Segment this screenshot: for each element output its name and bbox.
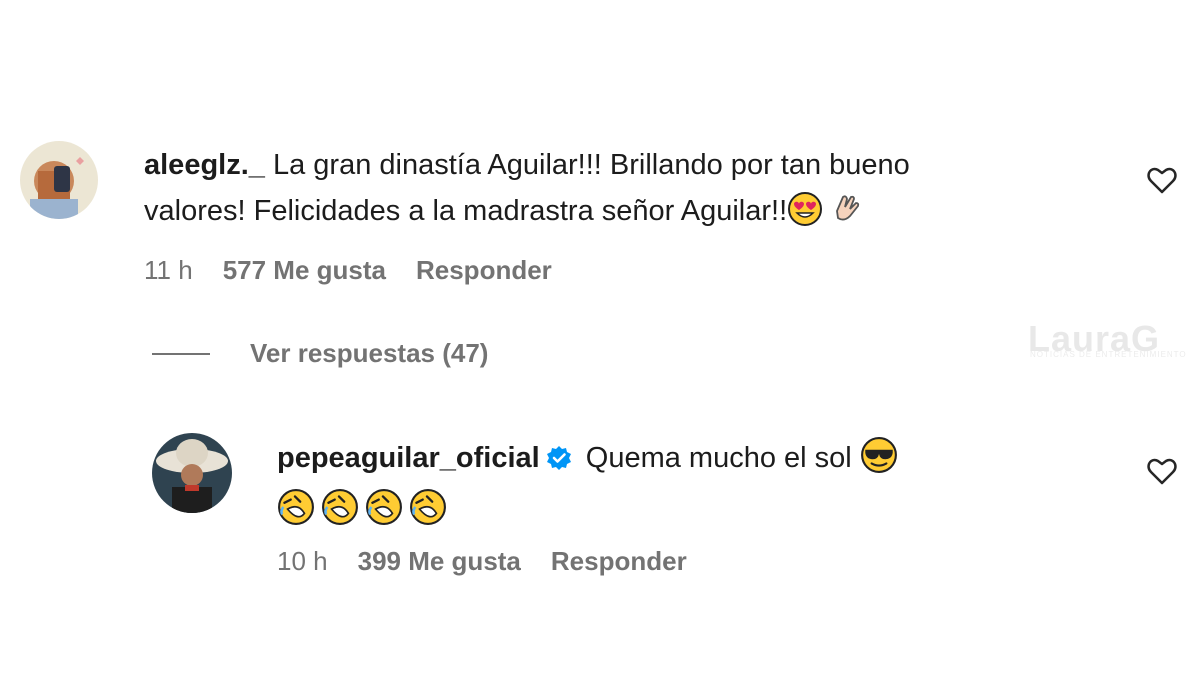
like-heart-icon[interactable] [1147, 166, 1177, 194]
comment-text: La gran dinastía Aguilar!!! Brillando po… [272, 149, 910, 181]
verified-badge-icon [546, 439, 572, 485]
comment-username[interactable]: aleeglz._ [144, 149, 265, 181]
avatar-image [152, 433, 232, 513]
comment-time[interactable]: 11 h [144, 255, 193, 286]
reply-button[interactable]: Responder [551, 546, 687, 577]
reply-button[interactable]: Responder [416, 255, 552, 286]
rofl-emoji [321, 488, 359, 526]
avatar-image [20, 141, 98, 219]
rofl-emoji [277, 488, 315, 526]
comment-body: aleeglz._ La gran dinastía Aguilar!!! Br… [144, 142, 1124, 234]
view-replies-button[interactable]: Ver respuestas (47) [152, 338, 488, 369]
clapping-hand-emoji [829, 191, 865, 227]
comment-text: valores! Felicidades a la madrastra seño… [144, 195, 788, 227]
view-replies-label: Ver respuestas (47) [250, 338, 489, 368]
watermark-subtitle: NOTICIAS DE ENTRETENIMIENTO [1030, 350, 1187, 359]
comment-time[interactable]: 10 h [277, 546, 328, 577]
sunglasses-emoji [860, 436, 898, 474]
like-heart-icon[interactable] [1147, 457, 1177, 485]
rofl-emoji [409, 488, 447, 526]
comment-likes[interactable]: 577 Me gusta [223, 255, 386, 286]
avatar-pepeaguilar[interactable] [152, 433, 232, 513]
comment-meta: 11 h 577 Me gusta Responder [144, 255, 552, 286]
heart-eyes-emoji [787, 191, 823, 227]
comment-likes[interactable]: 399 Me gusta [358, 546, 521, 577]
avatar-aleeglz[interactable] [20, 141, 98, 219]
rofl-emoji [365, 488, 403, 526]
comment-username[interactable]: pepeaguilar_oficial [277, 442, 540, 474]
comment-body: pepeaguilar_oficial Quema mucho el sol [277, 435, 1097, 533]
replies-divider [152, 352, 210, 355]
comment-text: Quema mucho el sol [585, 442, 852, 474]
comment-meta: 10 h 399 Me gusta Responder [277, 546, 687, 577]
